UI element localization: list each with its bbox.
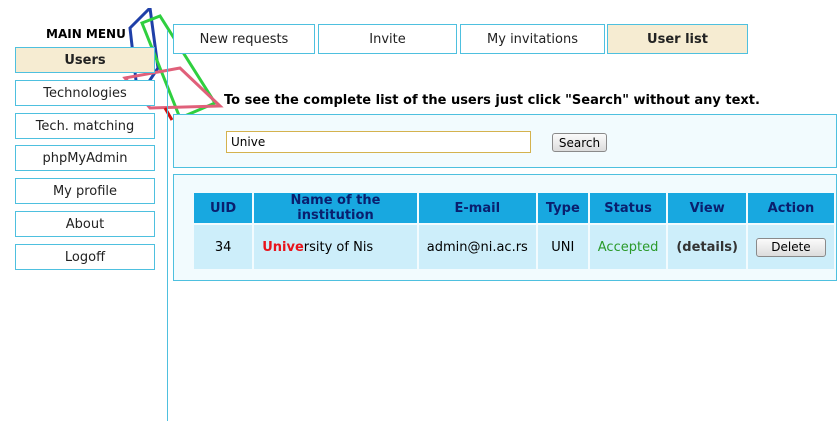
col-type: Type [537,193,588,223]
tab-invite[interactable]: Invite [318,24,457,54]
results-panel: UID Name of the institution E-mail Type … [173,174,837,281]
users-table: UID Name of the institution E-mail Type … [192,191,836,271]
search-panel: Search [173,114,837,168]
menu-item-about[interactable]: About [15,211,155,237]
cell-uid: 34 [194,225,253,269]
search-input[interactable] [226,131,531,153]
main-menu-title: MAIN MENU [46,27,126,41]
col-name: Name of the institution [254,193,417,223]
cell-type: UNI [537,225,588,269]
menu-item-my-profile[interactable]: My profile [15,178,155,204]
search-hint: To see the complete list of the users ju… [224,93,760,108]
status-accepted: Accepted [589,225,667,269]
col-action: Action [747,193,834,223]
tab-new-requests[interactable]: New requests [173,24,315,54]
cell-email: admin@ni.ac.rs [418,225,536,269]
menu-item-logoff[interactable]: Logoff [15,244,155,270]
menu-item-tech-matching[interactable]: Tech. matching [15,113,155,139]
table-header-row: UID Name of the institution E-mail Type … [194,193,834,223]
search-button[interactable]: Search [552,133,607,152]
col-view: View [668,193,746,223]
tab-my-invitations[interactable]: My invitations [460,24,605,54]
col-uid: UID [194,193,253,223]
col-email: E-mail [418,193,536,223]
cell-institution-name: University of Nis [254,225,417,269]
delete-button[interactable]: Delete [755,237,826,257]
menu-item-technologies[interactable]: Technologies [15,80,155,106]
cell-action: Delete [747,225,834,269]
tab-user-list[interactable]: User list [607,24,748,54]
institution-name-rest: rsity of Nis [303,239,374,255]
details-link[interactable]: (details) [668,225,746,269]
search-match-highlight: Unive [262,239,304,255]
menu-item-phpmyadmin[interactable]: phpMyAdmin [15,145,155,171]
menu-divider [167,30,168,421]
menu-item-users[interactable]: Users [15,47,155,73]
table-row: 34 University of Nis admin@ni.ac.rs UNI … [194,225,834,269]
col-status: Status [589,193,667,223]
